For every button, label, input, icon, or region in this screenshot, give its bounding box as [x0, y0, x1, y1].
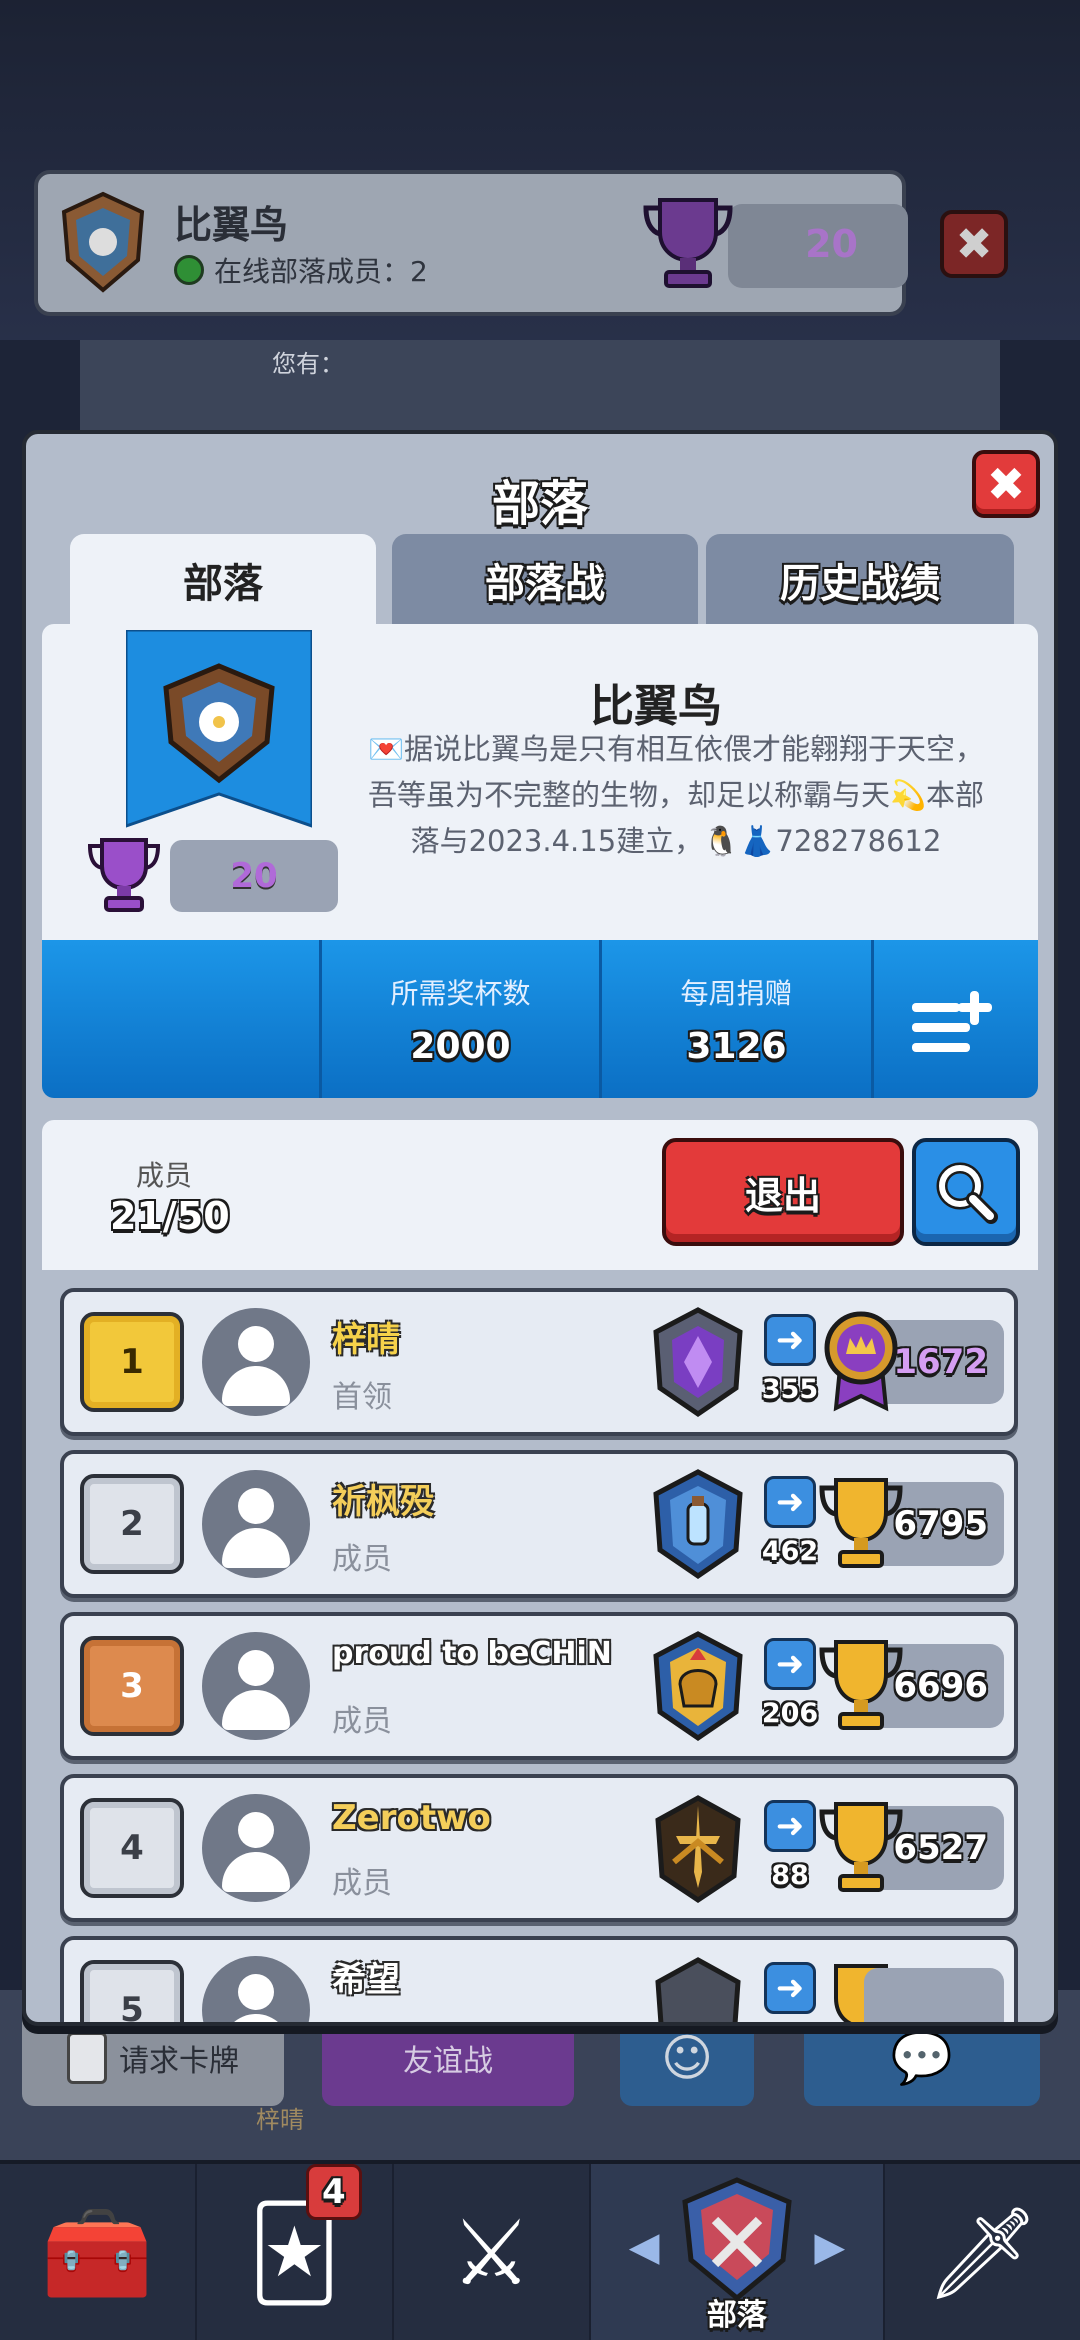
member-role: 成员	[332, 1542, 392, 1577]
clan-description: 💌据说比翼鸟是只有相互依偎才能翱翔于天空，吾等虽为不完整的生物，却足以称霸与天💫…	[367, 732, 985, 858]
required-trophies-label: 所需奖杯数	[390, 976, 531, 1010]
weekly-donations-value: 3126	[686, 1025, 787, 1067]
tab-history[interactable]: 历史战绩	[706, 534, 1014, 626]
cards-icon: 🃏	[248, 2201, 341, 2306]
background-online-label: 在线部落成员：2	[214, 255, 428, 288]
clan-stats-bar: 所需奖杯数 2000 每周捐赠 3126	[42, 940, 1038, 1098]
emote-icon: ☺	[660, 2029, 714, 2087]
member-row[interactable]: 1 梓晴 首领 ➜ 355 1672	[60, 1288, 1018, 1436]
donate-icon: ➜	[764, 1476, 816, 1528]
clan-name: 比翼鸟	[590, 681, 722, 732]
trophy-icon	[819, 1640, 903, 1730]
rank-badge: 5	[80, 1960, 184, 2022]
member-role: 成员	[332, 1866, 392, 1901]
donate-icon: ➜	[764, 1800, 816, 1852]
clan-icon	[682, 2177, 792, 2302]
trophy-icon	[643, 198, 733, 288]
arena-badge-icon	[653, 1469, 743, 1580]
laurel-sword-icon: 🗡	[925, 2201, 1040, 2306]
member-name: proud to beCHiN	[332, 1636, 612, 1671]
close-button[interactable]: ✖	[972, 450, 1040, 518]
members-label: 成员	[136, 1159, 193, 1192]
arena-badge-icon	[655, 1795, 741, 1904]
chat-author: 梓晴	[256, 2106, 304, 2134]
member-role: 首领	[332, 1380, 392, 1415]
chevron-right-icon[interactable]: ▶	[814, 2224, 845, 2270]
clan-trophy-count: 20	[170, 840, 338, 912]
background-trophy-value: 20	[805, 222, 858, 266]
rank-badge: 1	[80, 1312, 184, 1412]
online-dot-icon	[174, 255, 204, 285]
search-button[interactable]	[912, 1138, 1020, 1246]
nav-clan-label: 部落	[706, 2298, 767, 2333]
chevron-left-icon[interactable]: ◀	[629, 2224, 660, 2270]
friendly-battle-label: 友谊战	[403, 2044, 493, 2079]
required-trophies-value: 2000	[410, 1025, 511, 1067]
background-you-have: 您有：	[272, 350, 344, 378]
member-trophies	[864, 1968, 1004, 2022]
background-trophy-box: 20	[728, 204, 908, 288]
nav-clan[interactable]: ◀ ▶ 部落	[590, 2164, 886, 2340]
chest-icon: 🧰	[41, 2201, 154, 2306]
rank-badge: 4	[80, 1798, 184, 1898]
stat-weekly-donations: 每周捐赠 3126	[602, 940, 874, 1098]
background-close-button: ✖	[940, 210, 1008, 278]
member-list[interactable]: 1 梓晴 首领 ➜ 355 1672 2 祈枫殁 成员 ➜ 462 6795 3…	[26, 1274, 1054, 2022]
member-role: 成员	[332, 1704, 392, 1739]
clan-banner-icon	[126, 630, 312, 828]
clan-shield-icon	[61, 191, 145, 293]
trophy-icon	[819, 1478, 903, 1568]
search-icon	[936, 1162, 998, 1224]
member-row[interactable]: 5 希望 ➜	[60, 1936, 1018, 2022]
avatar-icon	[202, 1956, 310, 2022]
trophy-icon	[87, 838, 161, 912]
member-name: Zerotwo	[332, 1798, 491, 1838]
cards-badge: 4	[305, 2164, 362, 2220]
avatar-icon	[202, 1470, 310, 1578]
avatar-icon	[202, 1794, 310, 1902]
list-plus-icon	[912, 991, 992, 1052]
background-online-status: 在线部落成员：2	[174, 250, 428, 290]
members-count: 21/50	[110, 1194, 230, 1238]
donate-icon: ➜	[764, 1314, 816, 1366]
background-clan-header: 比翼鸟 在线部落成员：2 20	[34, 170, 908, 316]
bottom-nav: 🧰 🃏 4 ⚔ ◀ ▶ 部落 🗡	[0, 2160, 1080, 2340]
stat-clan-type	[42, 940, 322, 1098]
member-name: 梓晴	[332, 1320, 400, 1360]
request-cards-label: 请求卡牌	[119, 2044, 239, 2079]
trophy-icon	[819, 1802, 903, 1892]
member-name: 祈枫殁	[332, 1482, 434, 1522]
weekly-donations-label: 每周捐赠	[680, 976, 793, 1010]
arena-badge-icon	[653, 1307, 743, 1418]
clan-modal: 部落 ✖ 部落 部落战 历史战绩 20 比翼鸟 💌据说比翼鸟是只有相互依偎才能翱…	[22, 430, 1058, 2026]
card-icon	[67, 2032, 107, 2084]
member-row[interactable]: 2 祈枫殁 成员 ➜ 462 6795	[60, 1450, 1018, 1598]
arena-badge-icon	[653, 1631, 743, 1742]
donate-icon: ➜	[764, 1962, 816, 2014]
member-name: 希望	[332, 1960, 400, 2000]
tab-clan[interactable]: 部落	[70, 534, 376, 626]
chat-bubble-icon: 💬	[890, 2028, 954, 2087]
stat-required-trophies: 所需奖杯数 2000	[322, 940, 602, 1098]
avatar-icon	[202, 1308, 310, 1416]
avatar-icon	[202, 1632, 310, 1740]
medal-icon	[824, 1311, 898, 1412]
modal-title: 部落	[491, 476, 588, 532]
background-clan-name: 比翼鸟	[174, 203, 289, 247]
member-row[interactable]: 3 proud to beCHiN 成员 ➜ 206 6696	[60, 1612, 1018, 1760]
rank-badge: 3	[80, 1636, 184, 1736]
tab-clan-war[interactable]: 部落战	[392, 534, 698, 626]
member-row[interactable]: 4 Zerotwo 成员 ➜ 88 6527	[60, 1774, 1018, 1922]
nav-events[interactable]: 🗡	[885, 2164, 1080, 2340]
leave-clan-button[interactable]: 退出	[662, 1138, 904, 1246]
arena-badge-icon	[655, 1957, 741, 2022]
nav-shop[interactable]: 🧰	[0, 2164, 197, 2340]
nav-cards[interactable]: 🃏 4	[197, 2164, 394, 2340]
more-info-button[interactable]	[874, 940, 1038, 1098]
close-icon: ✖	[986, 457, 1026, 511]
swords-icon: ⚔	[450, 2201, 532, 2306]
donate-icon: ➜	[764, 1638, 816, 1690]
rank-badge: 2	[80, 1474, 184, 1574]
nav-battle[interactable]: ⚔	[394, 2164, 591, 2340]
